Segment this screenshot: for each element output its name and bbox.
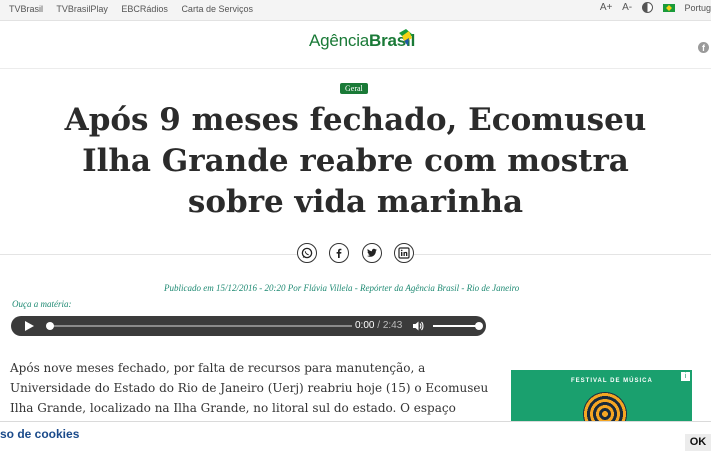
language-selector[interactable]: Portug [684, 3, 711, 13]
audio-progress-knob[interactable] [46, 322, 54, 330]
network-links: TVBrasil TVBrasilPlay EBCRádios Carta de… [9, 4, 264, 14]
font-increase-button[interactable]: A+ [600, 2, 613, 13]
contrast-icon[interactable] [641, 2, 653, 13]
listen-label: Ouça a matéria: [12, 299, 72, 309]
ad-text: FESTIVAL DE MÚSICA [571, 378, 653, 384]
volume-icon[interactable] [412, 320, 424, 332]
audio-player: 0:00 / 2:43 [11, 316, 486, 336]
font-decrease-button[interactable]: A- [622, 2, 632, 13]
cookie-policy-link[interactable]: so de cookies [0, 427, 79, 441]
article-byline: Publicado em 15/12/2016 - 20:20 Por Fláv… [164, 283, 520, 293]
brazil-flag-icon [662, 3, 675, 12]
audio-time: 0:00 / 2:43 [355, 320, 402, 331]
cookie-bar: so de cookies OK [0, 421, 711, 451]
share-buttons [297, 243, 414, 265]
twitter-icon [366, 248, 377, 257]
volume-knob[interactable] [475, 322, 483, 330]
ad-choices-icon[interactable]: i [681, 372, 690, 381]
accessibility-tools: A+ A- Portug [600, 2, 711, 18]
duration: 2:43 [382, 320, 403, 331]
facebook-icon [336, 248, 342, 258]
linkedin-share-button[interactable] [393, 243, 414, 263]
top-bar: TVBrasil TVBrasilPlay EBCRádios Carta de… [0, 0, 711, 21]
volume-track[interactable] [433, 325, 478, 327]
article-headline: Após 9 meses fechado, Ecomuseu Ilha Gran… [64, 102, 647, 220]
link-tvbrasilplay[interactable]: TVBrasilPlay [56, 4, 108, 14]
link-ebcradios[interactable]: EBCRádios [121, 4, 168, 14]
logo-mark-icon [399, 29, 413, 46]
twitter-share-button[interactable] [361, 243, 382, 263]
category-tag[interactable]: Geral [340, 83, 368, 94]
cookie-ok-button[interactable]: OK [685, 434, 711, 451]
audio-progress-track[interactable] [50, 325, 352, 327]
linkedin-icon [398, 247, 410, 259]
current-time: 0:00 [355, 320, 375, 331]
link-tvbrasil[interactable]: TVBrasil [9, 4, 43, 14]
header-divider [0, 68, 711, 69]
time-separator: / [377, 320, 381, 331]
facebook-icon[interactable]: f [698, 42, 709, 53]
link-carta-servicos[interactable]: Carta de Serviços [181, 4, 253, 14]
facebook-share-button[interactable] [329, 243, 350, 263]
play-icon[interactable] [25, 321, 34, 331]
agencia-brasil-logo[interactable]: AgênciaBrasil [309, 29, 415, 59]
whatsapp-share-button[interactable] [297, 243, 317, 263]
whatsapp-icon [301, 247, 313, 259]
